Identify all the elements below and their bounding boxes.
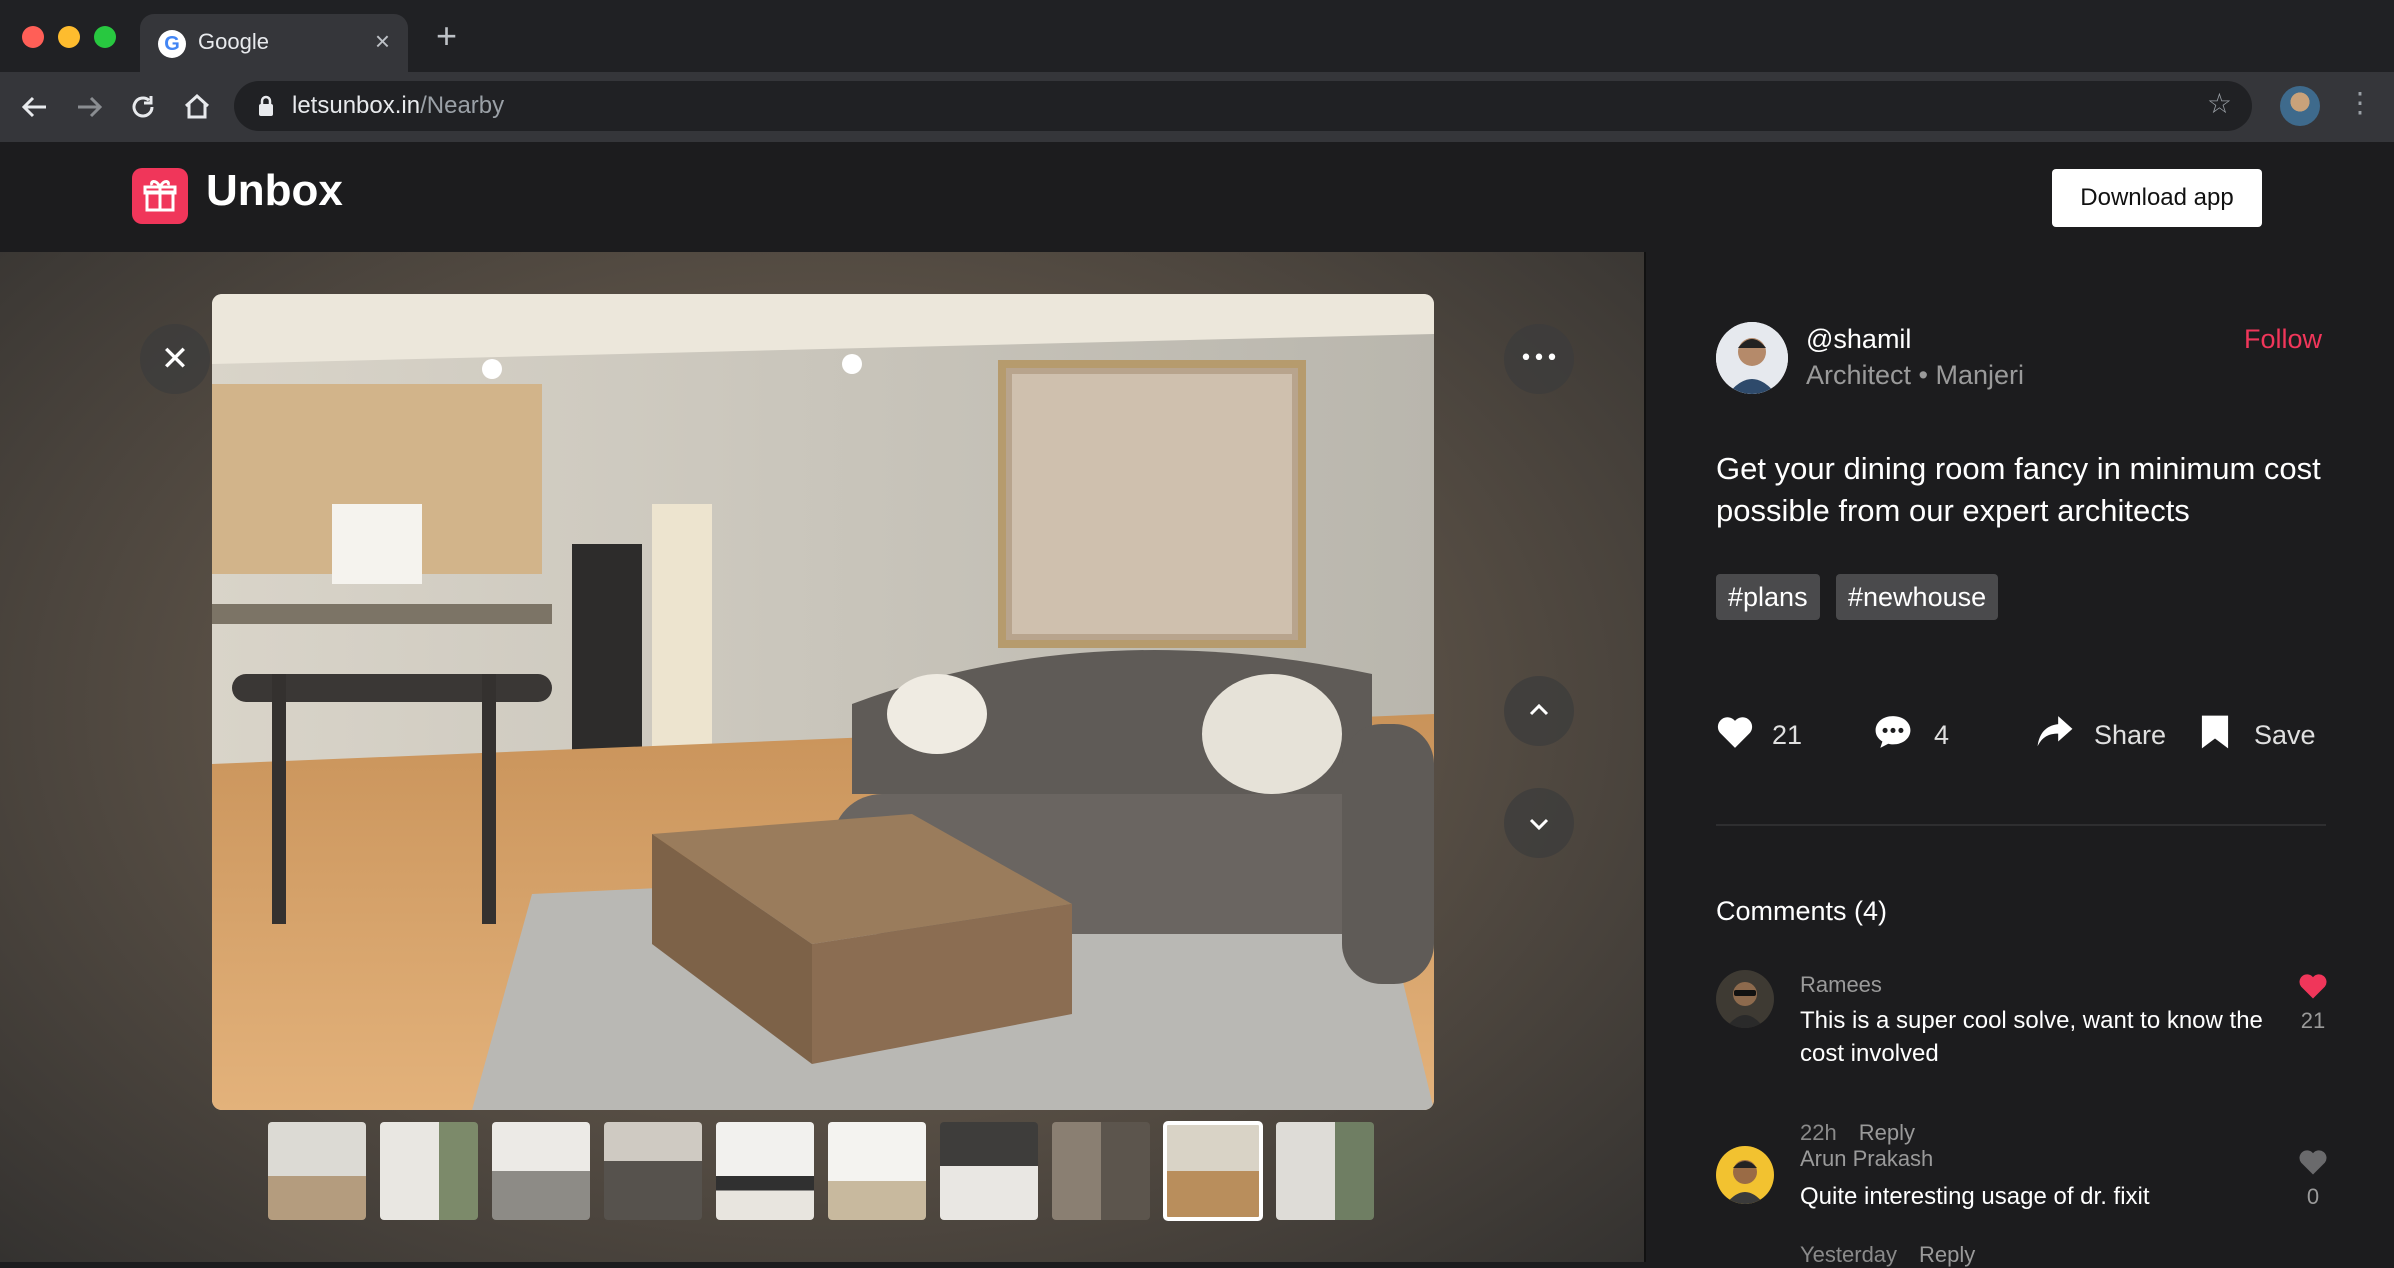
brand-name[interactable]: Unbox xyxy=(206,166,343,216)
reply-button[interactable]: Reply xyxy=(1859,1120,1915,1145)
thumbnail-1[interactable] xyxy=(268,1122,366,1220)
comment-meta: 22h Reply xyxy=(1800,1120,1915,1146)
next-post-button[interactable] xyxy=(1504,788,1574,858)
like-button[interactable]: 21 xyxy=(1716,714,1816,754)
divider xyxy=(1716,824,2326,826)
share-label: Share xyxy=(2094,720,2167,750)
comment-icon xyxy=(1875,716,1911,748)
comment-time: 22h xyxy=(1800,1120,1837,1145)
heart-icon xyxy=(1717,717,1753,748)
thumbnail-7[interactable] xyxy=(940,1122,1038,1220)
tab-close-icon[interactable]: × xyxy=(375,26,390,57)
url-text: letsunbox.in/Nearby xyxy=(292,92,504,120)
maximize-window-button[interactable] xyxy=(94,26,116,48)
back-icon[interactable] xyxy=(16,88,54,126)
browser-tab[interactable]: G Google × xyxy=(140,14,408,72)
tag-newhouse[interactable]: #newhouse xyxy=(1836,574,1999,620)
comment-count: 4 xyxy=(1934,720,1950,750)
thumbnail-4[interactable] xyxy=(604,1122,702,1220)
address-bar[interactable]: letsunbox.in/Nearby ☆ xyxy=(234,81,2252,131)
commenter-name[interactable]: Arun Prakash xyxy=(1800,1146,1933,1172)
browser-titlebar: G Google × + xyxy=(0,0,2394,72)
save-label: Save xyxy=(2254,720,2316,750)
site-header: Unbox Download app xyxy=(0,142,2394,252)
comment-like-heart-icon[interactable] xyxy=(2298,1148,2328,1180)
thumbnail-9-selected[interactable] xyxy=(1163,1121,1263,1221)
save-button[interactable]: Save xyxy=(2200,714,2330,754)
comment-meta: Yesterday Reply xyxy=(1800,1242,1975,1268)
commenter-avatar-arun[interactable] xyxy=(1716,1146,1774,1204)
profile-avatar[interactable] xyxy=(2280,86,2320,126)
thumbnail-10[interactable] xyxy=(1276,1122,1374,1220)
url-host: letsunbox.in xyxy=(292,92,421,119)
reload-icon[interactable] xyxy=(124,88,162,126)
share-icon xyxy=(2037,716,2073,747)
thumbnail-strip xyxy=(268,1121,1378,1222)
comment-like-heart-icon[interactable] xyxy=(2298,972,2328,1004)
url-path: /Nearby xyxy=(420,92,505,119)
google-favicon-icon: G xyxy=(158,30,186,58)
author-role: Architect • Manjeri xyxy=(1806,360,2025,390)
comments-title: Comments (4) xyxy=(1716,896,1888,926)
thumbnail-5[interactable] xyxy=(716,1122,814,1220)
thumbnail-3[interactable] xyxy=(492,1122,590,1220)
download-app-button[interactable]: Download app xyxy=(2052,169,2262,227)
star-icon[interactable]: ☆ xyxy=(2207,87,2232,120)
bookmark-icon xyxy=(2201,715,2229,749)
reply-button[interactable]: Reply xyxy=(1919,1242,1975,1267)
tag-plans[interactable]: #plans xyxy=(1716,574,1820,620)
thumbnail-8[interactable] xyxy=(1052,1122,1150,1220)
close-window-button[interactable] xyxy=(22,26,44,48)
share-button[interactable]: Share xyxy=(2036,714,2166,754)
lock-icon xyxy=(259,95,273,116)
close-viewer-button[interactable]: ✕ xyxy=(140,324,210,394)
image-viewer: ✕ ••• xyxy=(0,252,1644,1262)
main-photo xyxy=(212,294,1434,1110)
previous-post-button[interactable] xyxy=(1504,676,1574,746)
author-handle[interactable]: @shamil xyxy=(1806,324,1911,355)
thumbnail-2[interactable] xyxy=(380,1122,478,1220)
commenter-name[interactable]: Ramees xyxy=(1800,972,1882,998)
like-count: 21 xyxy=(1772,720,1803,750)
minimize-window-button[interactable] xyxy=(58,26,80,48)
comment-text: This is a super cool solve, want to know… xyxy=(1800,1007,2263,1067)
post-caption: Get your dining room fancy in minimum co… xyxy=(1716,451,2321,528)
comment-like-count: 0 xyxy=(2306,1184,2320,1209)
tab-title: Google xyxy=(198,29,269,54)
comment-text: Quite interesting usage of dr. fixit xyxy=(1800,1183,2150,1210)
comment-button[interactable]: 4 xyxy=(1874,714,1974,754)
thumbnail-6[interactable] xyxy=(828,1122,926,1220)
new-tab-button[interactable]: + xyxy=(436,18,457,54)
home-icon[interactable] xyxy=(178,88,216,126)
menu-icon[interactable]: ⋮ xyxy=(2346,86,2374,119)
browser-toolbar: letsunbox.in/Nearby ☆ ⋮ xyxy=(0,72,2394,142)
more-options-button[interactable]: ••• xyxy=(1504,324,1574,394)
commenter-avatar-ramees[interactable] xyxy=(1716,970,1774,1028)
post-details-panel: @shamil Architect • Manjeri Follow Get y… xyxy=(1644,252,2394,1267)
follow-button[interactable]: Follow xyxy=(2244,324,2322,355)
comment-like-count: 21 xyxy=(2300,1008,2326,1033)
forward-icon[interactable] xyxy=(70,88,108,126)
author-avatar[interactable] xyxy=(1716,322,1788,394)
comment-time: Yesterday xyxy=(1800,1242,1898,1267)
gift-logo-icon[interactable] xyxy=(132,168,188,224)
